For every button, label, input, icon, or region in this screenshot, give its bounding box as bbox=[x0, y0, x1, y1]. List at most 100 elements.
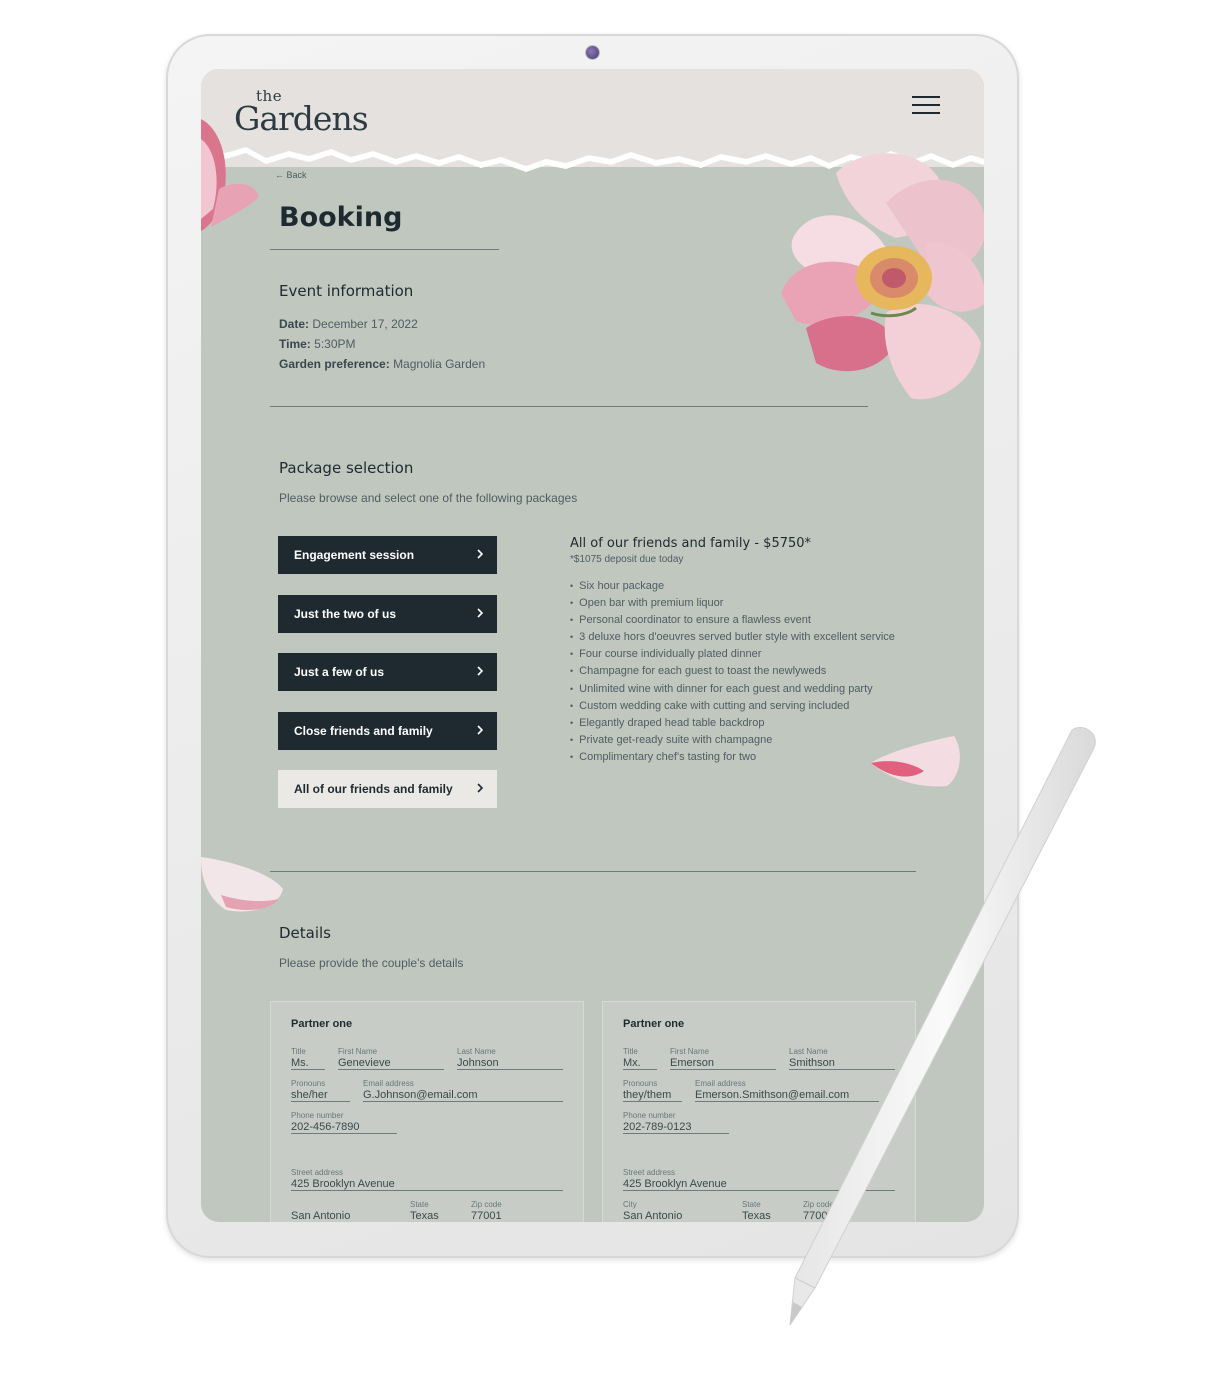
field-label: State bbox=[410, 1200, 429, 1209]
package-few-of-us-button[interactable]: Just a few of us bbox=[278, 653, 497, 691]
event-garden-label: Garden preference: bbox=[279, 357, 390, 371]
list-item: Open bar with premium liquor bbox=[570, 595, 895, 612]
street-field: Street address 425 Brooklyn Avenue bbox=[623, 1168, 895, 1191]
package-feature-list: Six hour package Open bar with premium l… bbox=[570, 578, 895, 766]
city-field: City San Antonio bbox=[623, 1200, 729, 1222]
event-garden-value: Magnolia Garden bbox=[393, 357, 486, 371]
street-input[interactable]: 425 Brooklyn Avenue bbox=[623, 1178, 895, 1191]
list-item: Complimentary chef's tasting for two bbox=[570, 749, 895, 766]
event-time-value: 5:30PM bbox=[314, 337, 356, 351]
package-divider bbox=[270, 871, 916, 872]
city-input[interactable]: San Antonio bbox=[291, 1210, 397, 1222]
field-label: Last Name bbox=[789, 1047, 828, 1056]
phone-input[interactable]: 202-456-7890 bbox=[291, 1121, 397, 1134]
phone-input[interactable]: 202-789-0123 bbox=[623, 1121, 729, 1134]
field-label: Street address bbox=[291, 1168, 344, 1177]
chevron-right-icon bbox=[477, 725, 484, 735]
package-detail-title: All of our friends and family - $5750* bbox=[570, 536, 812, 551]
zip-input[interactable]: 77001 bbox=[471, 1210, 563, 1222]
first-name-field: First Name Genevieve bbox=[338, 1047, 444, 1070]
first-name-input[interactable]: Emerson bbox=[670, 1057, 776, 1070]
state-field: State Texas bbox=[742, 1200, 790, 1222]
field-label: Phone number bbox=[291, 1111, 344, 1120]
hamburger-menu-icon[interactable] bbox=[910, 93, 944, 117]
state-field: State Texas bbox=[410, 1200, 458, 1222]
chevron-right-icon bbox=[477, 549, 484, 559]
list-item: Private get-ready suite with champagne bbox=[570, 732, 895, 749]
first-name-input[interactable]: Genevieve bbox=[338, 1057, 444, 1070]
field-label: Email address bbox=[363, 1079, 414, 1088]
pronouns-input[interactable]: she/her bbox=[291, 1089, 350, 1102]
package-all-friends-button[interactable]: All of our friends and family bbox=[278, 770, 497, 808]
last-name-input[interactable]: Smithson bbox=[789, 1057, 895, 1070]
partner-heading: Partner one bbox=[291, 1018, 353, 1030]
email-field: Email address G.Johnson@email.com bbox=[363, 1079, 563, 1102]
camera-icon bbox=[586, 46, 599, 59]
list-item: Custom wedding cake with cutting and ser… bbox=[570, 698, 895, 715]
zip-input[interactable]: 77001 bbox=[803, 1210, 895, 1222]
field-label: Email address bbox=[695, 1079, 746, 1088]
flower-left-decoration bbox=[201, 119, 259, 231]
phone-field: Phone number 202-456-7890 bbox=[291, 1111, 397, 1134]
last-name-input[interactable]: Johnson bbox=[457, 1057, 563, 1070]
list-item: Unlimited wine with dinner for each gues… bbox=[570, 681, 895, 698]
package-engagement-session-button[interactable]: Engagement session bbox=[278, 536, 497, 574]
field-label: Title bbox=[291, 1047, 306, 1056]
field-label: State bbox=[742, 1200, 761, 1209]
petal-left-decoration bbox=[201, 857, 283, 912]
package-subtitle: Please browse and select one of the foll… bbox=[279, 491, 578, 505]
field-label: Title bbox=[623, 1047, 638, 1056]
chevron-right-icon bbox=[477, 666, 484, 676]
zip-field: Zip code 77001 bbox=[471, 1200, 563, 1222]
pronouns-input[interactable]: they/them bbox=[623, 1089, 682, 1102]
package-detail-panel: All of our friends and family - $5750* *… bbox=[570, 536, 895, 766]
package-close-friends-button[interactable]: Close friends and family bbox=[278, 712, 497, 750]
field-label: Zip code bbox=[471, 1200, 502, 1209]
list-item: Four course individually plated dinner bbox=[570, 646, 895, 663]
event-date-label: Date: bbox=[279, 317, 310, 331]
field-label: First Name bbox=[670, 1047, 710, 1056]
city-field: San Antonio bbox=[291, 1200, 397, 1222]
list-item: Elegantly draped head table backdrop bbox=[570, 715, 895, 732]
title-input[interactable]: Ms. bbox=[291, 1057, 325, 1070]
event-divider bbox=[270, 406, 868, 407]
petal-right-decoration bbox=[871, 736, 960, 787]
state-input[interactable]: Texas bbox=[742, 1210, 790, 1222]
back-link[interactable]: ← Back bbox=[275, 170, 307, 180]
email-input[interactable]: G.Johnson@email.com bbox=[363, 1089, 563, 1102]
field-label: Pronouns bbox=[291, 1079, 326, 1088]
field-label: Zip code bbox=[803, 1200, 834, 1209]
package-label: All of our friends and family bbox=[294, 782, 453, 796]
field-label: City bbox=[623, 1200, 637, 1209]
email-input[interactable]: Emerson.Smithson@email.com bbox=[695, 1089, 879, 1102]
list-item: Personal coordinator to ensure a flawles… bbox=[570, 612, 895, 629]
pronouns-field: Pronouns she/her bbox=[291, 1079, 350, 1102]
event-date-value: December 17, 2022 bbox=[312, 317, 418, 331]
event-garden: Garden preference: Magnolia Garden bbox=[279, 357, 485, 371]
title-input[interactable]: Mx. bbox=[623, 1057, 657, 1070]
title-field: Title Mx. bbox=[623, 1047, 657, 1070]
street-input[interactable]: 425 Brooklyn Avenue bbox=[291, 1178, 563, 1191]
chevron-right-icon bbox=[477, 608, 484, 618]
list-item: 3 deluxe hors d'oeuvres served butler st… bbox=[570, 629, 895, 646]
details-subtitle: Please provide the couple's details bbox=[279, 956, 464, 970]
phone-field: Phone number 202-789-0123 bbox=[623, 1111, 729, 1134]
package-deposit-note: *$1075 deposit due today bbox=[570, 554, 684, 565]
page-title: Booking bbox=[279, 202, 403, 233]
last-name-field: Last Name Johnson bbox=[457, 1047, 563, 1070]
event-date: Date: December 17, 2022 bbox=[279, 317, 418, 331]
package-two-of-us-button[interactable]: Just the two of us bbox=[278, 595, 497, 633]
details-heading: Details bbox=[279, 924, 332, 942]
field-label: Street address bbox=[623, 1168, 676, 1177]
magnolia-flower-decoration bbox=[781, 153, 984, 400]
field-label: Phone number bbox=[623, 1111, 676, 1120]
field-label bbox=[291, 1200, 397, 1210]
package-heading: Package selection bbox=[279, 459, 414, 477]
field-label: Last Name bbox=[457, 1047, 496, 1056]
event-info-heading: Event information bbox=[279, 282, 414, 300]
partner-card-one: Partner one Title Ms. First Name Genevie… bbox=[270, 1001, 584, 1222]
state-input[interactable]: Texas bbox=[410, 1210, 458, 1222]
city-input[interactable]: San Antonio bbox=[623, 1210, 729, 1222]
field-label: Pronouns bbox=[623, 1079, 658, 1088]
package-label: Close friends and family bbox=[294, 724, 433, 738]
